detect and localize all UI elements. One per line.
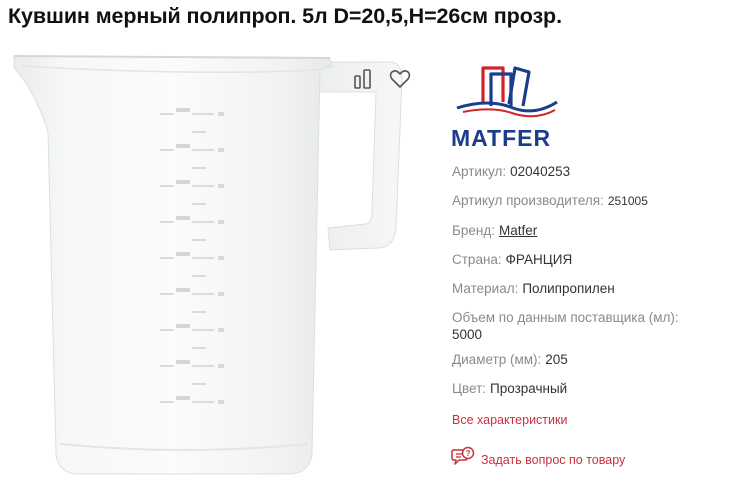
- product-image: [13, 55, 403, 475]
- spec-label: Цвет:: [452, 381, 487, 396]
- spec-value: 251005: [607, 194, 648, 208]
- product-title: Кувшин мерный полипроп. 5л D=20,5,H=26см…: [8, 4, 562, 28]
- spec-diameter: Диаметр (мм): 205: [452, 351, 732, 368]
- product-gallery[interactable]: [0, 52, 430, 477]
- spec-color: Цвет: Прозрачный: [452, 380, 732, 397]
- spec-mfr-article: Артикул производителя: 251005: [452, 192, 732, 210]
- product-specs: Артикул: 02040253 Артикул производителя: 2…: [452, 163, 732, 409]
- spec-label: Диаметр (мм):: [452, 352, 542, 367]
- spec-label: Материал:: [452, 281, 519, 296]
- svg-text:?: ?: [466, 449, 471, 458]
- spec-value: 02040253: [510, 164, 571, 179]
- spec-value: ФРАНЦИЯ: [505, 252, 573, 267]
- all-specs-link[interactable]: Все характеристики: [452, 413, 567, 427]
- spec-country: Страна: ФРАНЦИЯ: [452, 251, 732, 268]
- ask-question-label: Задать вопрос по товару: [481, 452, 626, 467]
- spec-value: 205: [545, 352, 568, 367]
- question-chat-icon: ?: [451, 446, 475, 473]
- spec-label: Страна:: [452, 252, 502, 267]
- ask-question-link[interactable]: ? Задать вопрос по товару: [451, 446, 625, 473]
- spec-label: Артикул производителя:: [452, 193, 604, 208]
- spec-value: Полипропилен: [522, 281, 615, 296]
- heart-icon[interactable]: [387, 66, 413, 92]
- spec-article: Артикул: 02040253: [452, 163, 732, 180]
- spec-label: Объем по данным поставщика (мл):: [452, 310, 679, 325]
- spec-value: 5000: [452, 327, 483, 342]
- spec-label: Бренд:: [452, 223, 495, 238]
- spec-volume: Объем по данным поставщика (мл): 5000: [452, 309, 732, 343]
- brand-logo[interactable]: MATFER: [449, 62, 564, 154]
- spec-material: Материал: Полипропилен: [452, 280, 732, 297]
- compare-icon[interactable]: [351, 66, 377, 92]
- brand-logo-text: MATFER: [451, 125, 551, 151]
- spec-value: Прозрачный: [490, 381, 568, 396]
- spec-label: Артикул:: [452, 164, 507, 179]
- spec-brand: Бренд: Matfer: [452, 222, 732, 239]
- brand-link[interactable]: Matfer: [499, 223, 537, 238]
